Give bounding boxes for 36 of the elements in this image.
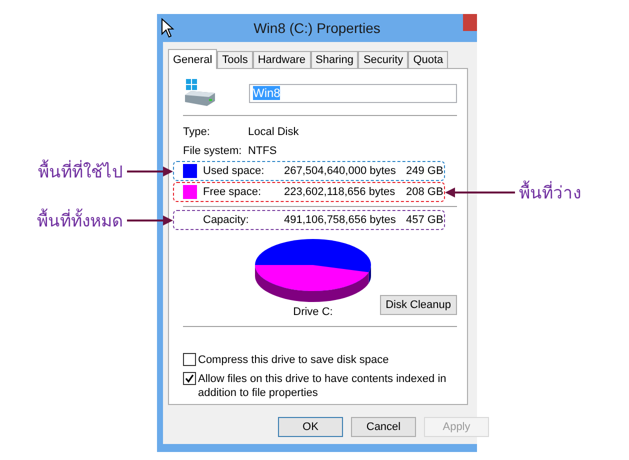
dialog-button[interactable]: Cancel: [351, 417, 416, 437]
tab[interactable]: Sharing: [310, 51, 358, 68]
checkbox-label: Allow files on this drive to have contents indexed in addition to file properties: [198, 372, 448, 400]
checkbox-label: Compress this drive to save disk space: [198, 353, 390, 367]
drive-icon: [183, 79, 217, 107]
property-label: File system:: [183, 144, 243, 156]
tab[interactable]: Security: [358, 51, 408, 68]
dialog-button[interactable]: OK: [278, 417, 343, 437]
annotation-label: พื้นที่ที่ใช้ไป: [38, 158, 123, 184]
space-size: 249 GB: [406, 165, 444, 177]
space-label: Capacity:: [203, 214, 250, 226]
tab[interactable]: General: [168, 49, 218, 69]
disk-cleanup-button[interactable]: Disk Cleanup: [380, 295, 457, 315]
cursor-icon: [161, 18, 175, 38]
space-label: Used space:: [203, 165, 266, 177]
space-bytes: 491,106,758,656 bytes: [284, 214, 397, 226]
checkbox[interactable]: [183, 353, 196, 366]
annotation-label: พื้นที่ว่าง: [519, 178, 581, 206]
space-bytes: 267,504,640,000 bytes: [284, 165, 397, 177]
annotation-label: พื้นที่ทั้งหมด: [37, 206, 123, 234]
space-size: 208 GB: [406, 186, 444, 198]
property-label: Type:: [183, 126, 211, 138]
tab[interactable]: Quota: [408, 51, 448, 68]
space-size: 457 GB: [406, 214, 444, 226]
tab[interactable]: Hardware: [252, 51, 311, 68]
checkbox[interactable]: [183, 372, 196, 385]
property-value: NTFS: [248, 144, 277, 156]
window-title: Win8 (C:) Properties: [254, 20, 380, 36]
arrow: [445, 187, 515, 197]
drive-label: Drive C:: [293, 306, 333, 318]
space-bytes: 223,602,118,656 bytes: [284, 186, 396, 198]
arrow: [127, 166, 173, 176]
tab[interactable]: Tools: [217, 51, 253, 68]
space-label: Free space:: [203, 186, 262, 198]
arrow: [127, 215, 173, 225]
property-value: Local Disk: [248, 126, 299, 138]
